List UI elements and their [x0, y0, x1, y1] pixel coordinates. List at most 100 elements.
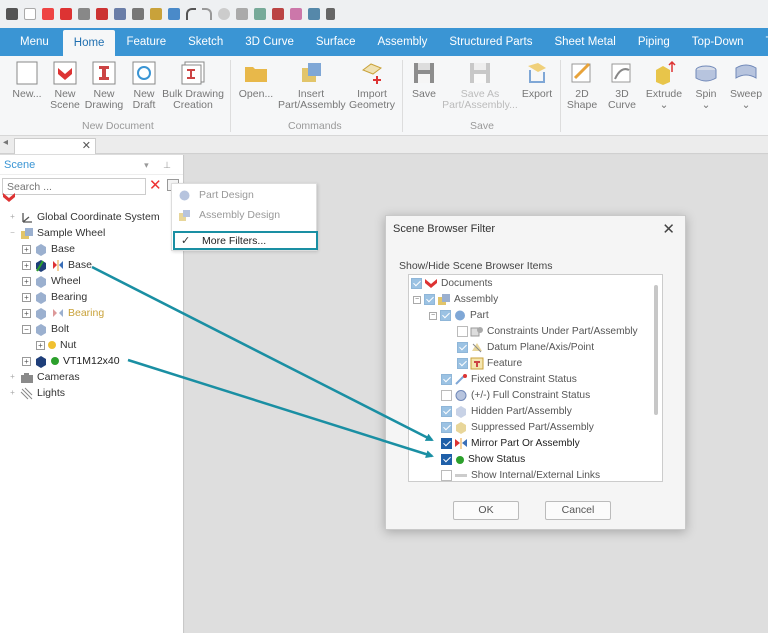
filter-item-full-constraint[interactable]: (+/-) Full Constraint Status: [441, 388, 590, 403]
checkbox[interactable]: [457, 342, 468, 353]
tree-item[interactable]: − Sample Wheel: [8, 225, 105, 241]
layout-icon[interactable]: [290, 8, 302, 20]
checkbox[interactable]: [441, 454, 452, 465]
print-icon[interactable]: [78, 8, 90, 20]
filter-item-assembly[interactable]: − Assembly: [413, 292, 498, 307]
tab-feature[interactable]: Feature: [115, 28, 177, 56]
checkbox[interactable]: [441, 422, 452, 433]
expand-icon[interactable]: +: [8, 372, 17, 382]
expand-icon[interactable]: +: [22, 292, 31, 302]
save-button[interactable]: Save: [408, 60, 440, 100]
menu-item-more-filters[interactable]: ✓ More Filters...: [173, 231, 318, 250]
new-button[interactable]: New...: [10, 60, 44, 100]
expand-icon[interactable]: +: [22, 308, 31, 318]
expand-icon[interactable]: +: [22, 356, 31, 366]
bulk-drawing-creation-button[interactable]: Bulk Drawing Creation: [162, 60, 224, 111]
checkbox[interactable]: [457, 358, 468, 369]
close-icon[interactable]: ✕: [82, 139, 91, 152]
tab-surface[interactable]: Surface: [305, 28, 367, 56]
collapse-icon[interactable]: −: [22, 324, 31, 334]
ok-button[interactable]: OK: [453, 501, 519, 520]
scene-search-input[interactable]: [2, 178, 146, 195]
sweep-button[interactable]: Sweep ⌄: [726, 60, 766, 111]
tree-item[interactable]: + Cameras: [8, 369, 80, 385]
tab-home[interactable]: Home: [62, 30, 116, 56]
checkbox[interactable]: [424, 294, 435, 305]
new-doc-icon[interactable]: [24, 8, 36, 20]
collapse-icon[interactable]: −: [8, 228, 17, 238]
tree-item[interactable]: + Bearing: [22, 305, 104, 321]
filter-item-suppressed[interactable]: Suppressed Part/Assembly: [441, 420, 594, 435]
checkbox[interactable]: [440, 310, 451, 321]
import-geometry-button[interactable]: Import Geometry: [347, 60, 397, 111]
tree-item[interactable]: + Wheel: [22, 273, 81, 289]
checkbox[interactable]: [441, 438, 452, 449]
filter-item-hidden[interactable]: Hidden Part/Assembly: [441, 404, 572, 419]
tools-icon[interactable]: [150, 8, 162, 20]
filter-item-show-status[interactable]: Show Status: [441, 452, 525, 467]
dialog-close-icon[interactable]: ✕: [662, 220, 675, 238]
measure-icon[interactable]: [168, 8, 180, 20]
tree-item[interactable]: + Base: [22, 241, 75, 257]
open-button[interactable]: Open...: [236, 60, 276, 100]
tree-item[interactable]: − Bolt: [22, 321, 69, 337]
insert-part-assembly-button[interactable]: Insert Part/Assembly: [278, 60, 346, 111]
options-icon[interactable]: [132, 8, 144, 20]
new-scene-button[interactable]: New Scene: [48, 60, 82, 111]
document-tab[interactable]: ✕: [14, 138, 96, 154]
tab-assembly[interactable]: Assembly: [367, 28, 439, 56]
tree-item[interactable]: + Bearing: [22, 289, 87, 305]
filter-item-part[interactable]: − Part: [429, 308, 489, 323]
tab-piping[interactable]: Piping: [627, 28, 681, 56]
3d-curve-button[interactable]: 3D Curve: [604, 60, 640, 111]
collapse-icon[interactable]: −: [429, 311, 437, 320]
tab-menu[interactable]: Menu: [0, 28, 63, 56]
tree-item[interactable]: + Lights: [8, 385, 65, 401]
tree-item[interactable]: + VT1M12x40: [22, 353, 120, 369]
filter-item-fixed-constraint[interactable]: Fixed Constraint Status: [441, 372, 577, 387]
expand-icon[interactable]: +: [8, 388, 17, 398]
screenshot-icon[interactable]: [254, 8, 266, 20]
2d-shape-button[interactable]: 2D Shape: [564, 60, 600, 111]
filter-item-datum[interactable]: Datum Plane/Axis/Point: [457, 340, 594, 355]
expand-icon[interactable]: +: [22, 276, 31, 286]
filter-item-links[interactable]: Show Internal/External Links: [441, 468, 600, 481]
tab-sketch[interactable]: Sketch: [177, 28, 234, 56]
tab-top-down[interactable]: Top-Down: [681, 28, 755, 56]
panel-pin-controls[interactable]: ▾ ⊥: [144, 155, 177, 175]
export-button[interactable]: Export: [520, 60, 554, 100]
undo-icon[interactable]: [186, 8, 196, 20]
tab-sheet-metal[interactable]: Sheet Metal: [543, 28, 626, 56]
tab-3d-curve[interactable]: 3D Curve: [234, 28, 305, 56]
pdf-icon[interactable]: [96, 8, 108, 20]
tab-structured-parts[interactable]: Structured Parts: [438, 28, 543, 56]
filter-item-feature[interactable]: Feature: [457, 356, 522, 371]
tree-item[interactable]: + Global Coordinate System: [8, 209, 160, 225]
customize-menu-icon[interactable]: [326, 8, 335, 20]
spin-button[interactable]: Spin ⌄: [688, 60, 724, 111]
filter-item-mirror[interactable]: Mirror Part Or Assembly: [441, 436, 580, 451]
menu-item-part-design[interactable]: Part Design: [172, 186, 318, 204]
new-draft-button[interactable]: New Draft: [128, 60, 160, 111]
save-icon[interactable]: [114, 8, 126, 20]
checkbox[interactable]: [411, 278, 422, 289]
new-drawing-button[interactable]: New Drawing: [84, 60, 124, 111]
checkbox[interactable]: [441, 406, 452, 417]
settings-icon[interactable]: [236, 8, 248, 20]
window-icon[interactable]: [272, 8, 284, 20]
checkbox[interactable]: [441, 374, 452, 385]
checkbox[interactable]: [457, 326, 468, 337]
redo-icon[interactable]: [202, 8, 212, 20]
clear-search-icon[interactable]: ✕: [149, 176, 162, 194]
filter-tree-scrollbar[interactable]: [654, 285, 658, 415]
close-doc-icon[interactable]: [60, 8, 72, 20]
menu-item-assembly-design[interactable]: Assembly Design: [172, 206, 318, 224]
expand-icon[interactable]: +: [22, 244, 31, 254]
expand-icon[interactable]: +: [22, 260, 31, 270]
extrude-button[interactable]: Extrude ⌄: [644, 60, 684, 111]
expand-icon[interactable]: +: [36, 340, 45, 350]
filter-item-constraints[interactable]: Constraints Under Part/Assembly: [457, 324, 638, 339]
email-icon[interactable]: [42, 8, 54, 20]
save-as-part-assembly-button[interactable]: Save As Part/Assembly...: [442, 60, 518, 111]
filter-item-documents[interactable]: Documents: [411, 276, 493, 291]
